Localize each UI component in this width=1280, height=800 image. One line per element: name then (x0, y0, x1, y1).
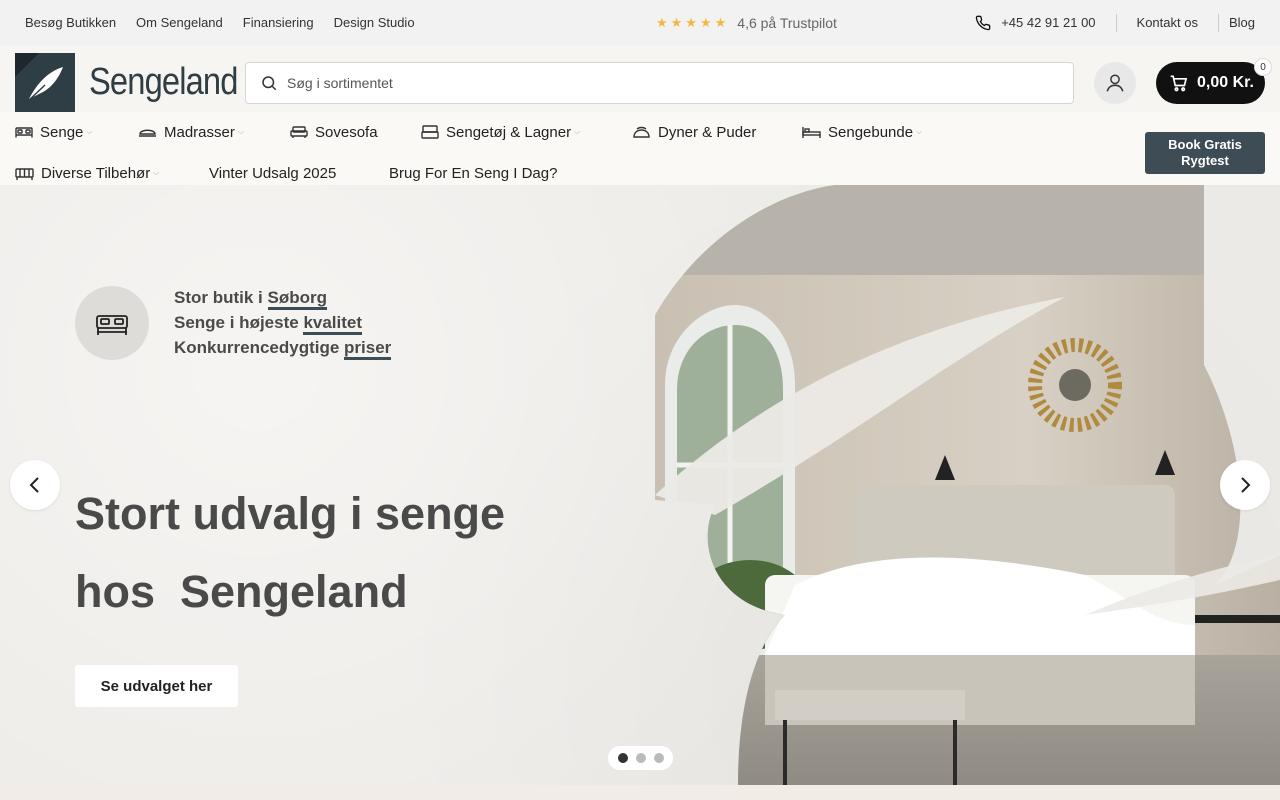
trustpilot-rating[interactable]: ★★★★★ 4,6 på Trustpilot (656, 0, 837, 45)
link-financing[interactable]: Finansiering (243, 15, 314, 30)
nav-item-madrasser[interactable]: Madrasser ⌵ (138, 121, 244, 143)
chevron-down-icon: ⌵ (237, 127, 244, 136)
feature-prices: Konkurrencedygtige priser (174, 335, 392, 360)
chevron-down-icon: ⌵ (153, 168, 160, 177)
cart-button[interactable]: 0,00 Kr. (1156, 62, 1265, 104)
link-design-studio[interactable]: Design Studio (334, 15, 415, 30)
nav-label: Dyner & Puder (658, 123, 757, 141)
feature-quality: Senge i højeste kvalitet (174, 310, 391, 335)
nav-item-dyner-puder[interactable]: Dyner & Puder (632, 121, 756, 143)
nav-item-sengebunde[interactable]: Sengebunde ⌵ (802, 121, 922, 143)
feature-store: Stor butik i Søborg (174, 285, 391, 310)
hero-heading: Stort udvalg i senge hos Sengeland (75, 475, 635, 631)
cart-count-badge: 0 (1254, 58, 1272, 76)
contact-link[interactable]: Kontakt os (1117, 13, 1219, 32)
bedroom-hero-image (655, 185, 1280, 785)
nav-item-vinter-udsalg[interactable]: Vinter Udsalg 2025 (209, 162, 336, 184)
rating-text: 4,6 på Trustpilot (737, 14, 837, 31)
phone-link[interactable]: +45 42 91 21 00 (975, 13, 1117, 32)
cart-icon (1170, 75, 1188, 92)
account-button[interactable] (1094, 62, 1136, 104)
chevron-left-icon (29, 477, 39, 493)
slide-dot-1[interactable] (617, 753, 628, 763)
nav-item-seng-i-dag[interactable]: Brug For En Seng I Dag? (389, 162, 557, 184)
chevron-right-icon (1241, 477, 1251, 493)
nav-label: Sengebunde (828, 123, 914, 141)
nav-item-sovesofa[interactable]: Sovesofa (290, 121, 378, 143)
nav-label: Senge (40, 123, 84, 141)
nav-label: Brug For En Seng I Dag? (389, 164, 558, 182)
bed-icon (15, 127, 33, 138)
hero-slider: Stor butik i Søborg Senge i højeste kval… (0, 185, 1280, 785)
user-icon (1106, 74, 1124, 92)
site-logo[interactable]: Sengeland (15, 53, 262, 112)
nav-item-sengetoej[interactable]: Sengetøj & Lagner ⌵ (421, 121, 580, 143)
book-backtest-button[interactable]: Book Gratis Rygtest (1145, 132, 1265, 174)
link-visit-store[interactable]: Besøg Butikken (25, 15, 116, 30)
nav-label: Madrasser (164, 123, 235, 141)
search-bar[interactable] (245, 62, 1074, 104)
bed-icon (96, 315, 128, 335)
duvet-icon (633, 126, 650, 138)
slide-dot-3[interactable] (653, 753, 664, 763)
chevron-down-icon: ⌵ (916, 127, 923, 136)
nav-item-diverse-tilbehoer[interactable]: Diverse Tilbehør ⌵ (15, 162, 159, 184)
feather-logo-icon (15, 53, 75, 112)
hero-heading-line-2: hos Sengeland (75, 566, 408, 617)
link-about[interactable]: Om Sengeland (136, 15, 223, 30)
nav-label: Diverse Tilbehør (41, 164, 151, 182)
logo-text: Sengeland (89, 61, 238, 103)
mattress-icon (139, 129, 156, 137)
top-right-links: +45 42 91 21 00 Kontakt os Blog (975, 0, 1255, 45)
blog-link[interactable]: Blog (1219, 15, 1255, 30)
bed-frame-icon (802, 127, 821, 138)
top-bar: Besøg Butikken Om Sengeland Finansiering… (0, 0, 1280, 45)
top-links: Besøg Butikken Om Sengeland Finansiering… (25, 0, 415, 45)
nav-label: Sengetøj & Lagner (446, 123, 572, 141)
slider-pagination (608, 746, 673, 770)
feature-bed-badge (75, 286, 149, 360)
section-divider (0, 785, 1280, 800)
phone-icon (975, 15, 991, 30)
bedding-icon (421, 124, 439, 139)
hero-heading-line-1: Stort udvalg i senge (75, 488, 506, 539)
slide-dot-2[interactable] (635, 753, 646, 763)
cart-amount: 0,00 Kr. (1197, 74, 1254, 91)
nav-label: Sovesofa (315, 123, 378, 141)
search-input[interactable] (287, 75, 1047, 91)
nav-label: Vinter Udsalg 2025 (209, 164, 337, 182)
feature-list: Stor butik i Søborg Senge i højeste kval… (174, 285, 392, 360)
slider-prev-button[interactable] (10, 460, 60, 510)
see-selection-button[interactable]: Se udvalget her (75, 665, 238, 707)
star-rating-icons: ★★★★★ (656, 14, 730, 30)
sofa-icon (290, 126, 308, 138)
chevron-down-icon: ⌵ (86, 127, 93, 136)
search-icon (262, 76, 277, 91)
phone-number: +45 42 91 21 00 (1001, 15, 1096, 30)
nav-item-senge[interactable]: Senge ⌵ (15, 121, 92, 143)
chevron-down-icon: ⌵ (574, 127, 581, 136)
accessories-icon (15, 167, 34, 180)
slider-next-button[interactable] (1220, 460, 1270, 510)
